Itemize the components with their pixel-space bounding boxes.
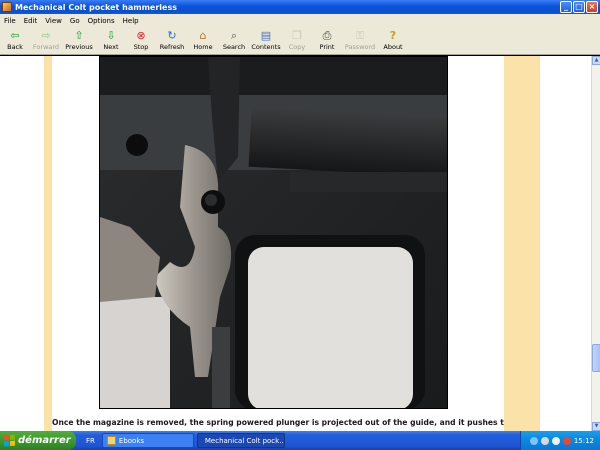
next-label: Next bbox=[103, 43, 119, 51]
app-icon bbox=[2, 2, 12, 12]
print-button[interactable]: ⎙ Print bbox=[312, 27, 342, 51]
minimize-button[interactable]: _ bbox=[560, 1, 572, 13]
windows-logo-icon bbox=[4, 434, 15, 447]
search-icon: ⌕ bbox=[230, 29, 238, 42]
arrow-down-icon: ⇩ bbox=[106, 29, 116, 42]
refresh-button[interactable]: ↻ Refresh bbox=[156, 27, 188, 51]
toolbar: ⇦ Back ⇨ Forward ⇧ Previous ⇩ Next ⊗ Sto… bbox=[0, 27, 600, 55]
volume-icon[interactable] bbox=[551, 436, 560, 445]
clock: 15:12 bbox=[573, 436, 594, 445]
menu-edit[interactable]: Edit bbox=[20, 17, 42, 25]
stop-label: Stop bbox=[133, 43, 149, 51]
taskbar-item-ebooks[interactable]: Ebooks bbox=[101, 433, 194, 448]
refresh-icon: ↻ bbox=[167, 29, 177, 42]
right-blank-band bbox=[540, 56, 591, 431]
stop-icon: ⊗ bbox=[136, 29, 146, 42]
password-button[interactable]: ⚿ Password bbox=[342, 27, 378, 51]
refresh-label: Refresh bbox=[159, 43, 185, 51]
scroll-thumb[interactable] bbox=[592, 344, 600, 372]
search-button[interactable]: ⌕ Search bbox=[218, 27, 250, 51]
antivirus-icon[interactable] bbox=[562, 436, 571, 445]
home-button[interactable]: ⌂ Home bbox=[188, 27, 218, 51]
print-label: Print bbox=[319, 43, 335, 51]
copy-button[interactable]: ❐ Copy bbox=[282, 27, 312, 51]
about-icon: ? bbox=[389, 29, 397, 42]
folder-icon bbox=[106, 436, 116, 445]
back-label: Back bbox=[7, 43, 23, 51]
arrow-right-icon: ⇨ bbox=[41, 29, 51, 42]
scroll-up-arrow[interactable]: ▲ bbox=[592, 56, 600, 65]
previous-button[interactable]: ⇧ Previous bbox=[62, 27, 96, 51]
search-label: Search bbox=[222, 43, 246, 51]
home-label: Home bbox=[193, 43, 213, 51]
pistol-mechanism-photo bbox=[99, 56, 448, 409]
home-icon: ⌂ bbox=[199, 29, 207, 42]
contents-button[interactable]: ▤ Contents bbox=[250, 27, 282, 51]
page-caption: Once the magazine is removed, the spring… bbox=[52, 418, 504, 427]
security-icon[interactable] bbox=[540, 436, 549, 445]
close-button[interactable]: × bbox=[586, 1, 598, 13]
menu-view[interactable]: View bbox=[41, 17, 66, 25]
start-label: démarrer bbox=[18, 435, 71, 446]
next-button[interactable]: ⇩ Next bbox=[96, 27, 126, 51]
back-button[interactable]: ⇦ Back bbox=[0, 27, 30, 51]
taskbar-item-mechanical-colt[interactable]: Mechanical Colt pock... bbox=[196, 433, 285, 448]
forward-button[interactable]: ⇨ Forward bbox=[30, 27, 62, 51]
content-area: Once the magazine is removed, the spring… bbox=[0, 56, 591, 431]
menu-file[interactable]: File bbox=[0, 17, 20, 25]
contents-label: Contents bbox=[251, 43, 281, 51]
forward-label: Forward bbox=[32, 43, 60, 51]
password-icon: ⚿ bbox=[355, 29, 365, 42]
arrow-left-icon: ⇦ bbox=[10, 29, 20, 42]
vertical-scrollbar[interactable]: ▲ ▼ bbox=[591, 56, 600, 431]
network-icon[interactable] bbox=[529, 436, 538, 445]
maximize-button[interactable]: □ bbox=[573, 1, 585, 13]
right-margin-band bbox=[504, 56, 540, 431]
contents-icon: ▤ bbox=[260, 29, 272, 42]
about-label: About bbox=[383, 43, 403, 51]
menu-go[interactable]: Go bbox=[66, 17, 84, 25]
title-bar: Mechanical Colt pocket hammerless _ □ × bbox=[0, 0, 600, 14]
copy-icon: ❐ bbox=[292, 29, 302, 42]
menu-bar: File Edit View Go Options Help bbox=[0, 14, 600, 27]
taskbar: démarrer FR Ebooks Mechanical Colt pock.… bbox=[0, 431, 600, 450]
password-label: Password bbox=[344, 43, 376, 51]
arrow-up-icon: ⇧ bbox=[74, 29, 84, 42]
start-button[interactable]: démarrer bbox=[0, 431, 76, 450]
stop-button[interactable]: ⊗ Stop bbox=[126, 27, 156, 51]
system-tray: 15:12 bbox=[520, 431, 600, 450]
menu-options[interactable]: Options bbox=[84, 17, 119, 25]
photo-illustration bbox=[100, 57, 447, 408]
left-margin-band bbox=[44, 56, 52, 431]
menu-help[interactable]: Help bbox=[119, 17, 143, 25]
window-title: Mechanical Colt pocket hammerless bbox=[15, 2, 177, 12]
about-button[interactable]: ? About bbox=[378, 27, 408, 51]
print-icon: ⎙ bbox=[322, 29, 332, 42]
taskbar-item-ebooks-label: Ebooks bbox=[118, 436, 145, 445]
scroll-down-arrow[interactable]: ▼ bbox=[592, 422, 600, 431]
copy-label: Copy bbox=[288, 43, 306, 51]
previous-label: Previous bbox=[65, 43, 93, 51]
taskbar-item-mechanical-colt-label: Mechanical Colt pock... bbox=[204, 436, 285, 445]
language-indicator[interactable]: FR bbox=[86, 437, 95, 445]
